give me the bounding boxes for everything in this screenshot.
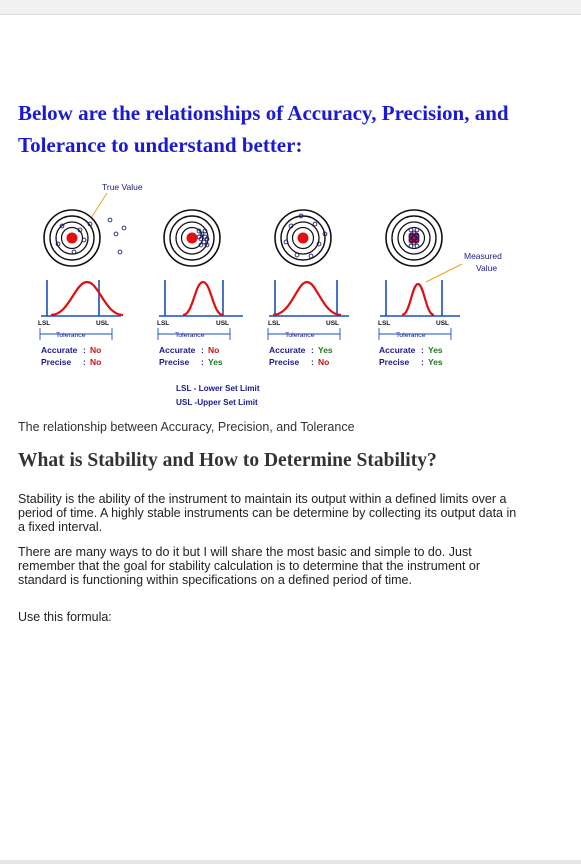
accuracy-precision-figure: True Value Measured Value LSL USL LSL US… [38, 182, 502, 407]
tolerance-label-1: Tolerance [56, 332, 86, 339]
precise-label-1: Precise [41, 357, 72, 367]
usl-label-1: USL [96, 320, 109, 327]
accurate-value-3: Yes [318, 345, 333, 355]
figure-caption: The relationship between Accuracy, Preci… [18, 420, 355, 434]
accurate-label-3: Accurate [269, 345, 306, 355]
accurate-value-4: Yes [428, 345, 443, 355]
svg-text::: : [421, 345, 424, 355]
svg-text::: : [201, 357, 204, 367]
svg-text::: : [83, 357, 86, 367]
target-panel-1 [43, 209, 127, 267]
browser-bottom-bar [0, 860, 581, 864]
accurate-value-2: No [208, 345, 219, 355]
distribution-panel-1 [39, 280, 124, 340]
distribution-panel-4 [378, 280, 460, 340]
legend-usl: USL -Upper Set Limit [176, 398, 258, 407]
browser-top-bar [0, 0, 581, 15]
accurate-label-1: Accurate [41, 345, 78, 355]
legend-lsl: LSL - Lower Set Limit [176, 384, 260, 393]
precise-value-2: Yes [208, 357, 223, 367]
svg-text::: : [311, 357, 314, 367]
svg-text::: : [421, 357, 424, 367]
usl-label-4: USL [436, 320, 449, 327]
lsl-label-3: LSL [268, 320, 280, 327]
paragraph-stability-method: There are many ways to do it but I will … [18, 545, 481, 587]
accurate-label-2: Accurate [159, 345, 196, 355]
stability-heading: What is Stability and How to Determine S… [18, 450, 437, 471]
precise-value-3: No [318, 357, 329, 367]
measured-value-pointer [425, 263, 463, 283]
accurate-value-1: No [90, 345, 101, 355]
tolerance-label-4: Tolerance [396, 332, 426, 339]
lsl-label-1: LSL [38, 320, 50, 327]
measured-value-label-2: Value [476, 263, 497, 273]
paragraph-stability-definition: Stability is the ability of the instrume… [18, 492, 517, 534]
target-panel-2 [163, 209, 221, 267]
usl-label-2: USL [216, 320, 229, 327]
precise-value-4: Yes [428, 357, 443, 367]
precise-label-4: Precise [379, 357, 410, 367]
section-heading: Below are the relationships of Accuracy,… [18, 101, 509, 157]
distribution-panel-2 [157, 280, 243, 340]
target-panel-3 [274, 209, 332, 267]
paragraph-formula-intro: Use this formula: [18, 610, 112, 624]
precise-value-1: No [90, 357, 101, 367]
tolerance-label-2: Tolerance [175, 332, 205, 339]
precise-label-3: Precise [269, 357, 300, 367]
true-value-label: True Value [102, 182, 143, 192]
lsl-label-2: LSL [157, 320, 169, 327]
distribution-panel-3 [267, 280, 349, 340]
tolerance-label-3: Tolerance [285, 332, 315, 339]
svg-text::: : [311, 345, 314, 355]
target-panel-4 [385, 209, 443, 267]
precise-label-2: Precise [159, 357, 190, 367]
lsl-label-4: LSL [378, 320, 390, 327]
usl-label-3: USL [326, 320, 339, 327]
accurate-label-4: Accurate [379, 345, 416, 355]
measured-value-label-1: Measured [464, 251, 502, 261]
svg-text::: : [83, 345, 86, 355]
svg-text::: : [201, 345, 204, 355]
